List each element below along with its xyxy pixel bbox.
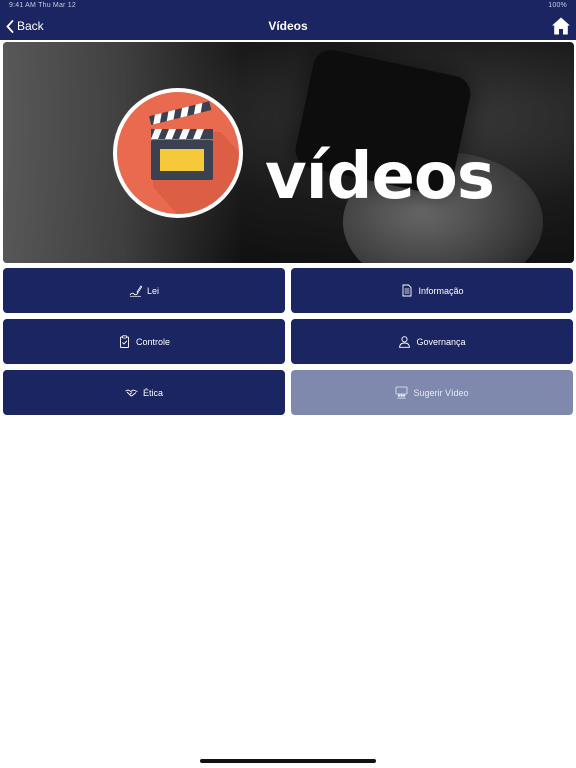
home-indicator[interactable]: [200, 759, 376, 763]
videos-banner: vídeos: [3, 42, 574, 263]
chevron-left-icon: [6, 19, 14, 33]
status-date: Thu Mar 12: [38, 2, 76, 9]
back-label: Back: [17, 19, 44, 33]
governanca-button[interactable]: Governança: [291, 319, 573, 364]
status-bar: 9:41 AM Thu Mar 12 100%: [0, 0, 576, 13]
status-battery: 100%: [548, 2, 567, 9]
navigation-bar: 9:41 AM Thu Mar 12 100% Back Vídeos: [0, 0, 576, 40]
governanca-label: Governança: [416, 336, 466, 347]
clapperboard-icon: [149, 101, 239, 214]
clapperboard-badge: [113, 88, 243, 218]
etica-label: Ética: [142, 387, 163, 398]
back-button[interactable]: Back: [6, 17, 44, 35]
people-group-icon: [396, 386, 408, 399]
status-time: 9:41 AM: [9, 2, 37, 9]
handshake-icon: [125, 389, 138, 397]
status-time-date: 9:41 AM Thu Mar 12: [9, 2, 76, 9]
informacao-button[interactable]: Informação: [291, 268, 573, 313]
etica-button[interactable]: Ética: [3, 370, 285, 415]
clipboard-check-icon: [120, 335, 129, 348]
sugerir-video-label: Sugerir Vídeo: [413, 387, 469, 398]
banner-title: vídeos: [265, 140, 495, 214]
sugerir-video-button[interactable]: Sugerir Vídeo: [291, 370, 573, 415]
user-icon: [399, 336, 411, 348]
home-icon[interactable]: [551, 16, 571, 36]
controle-button[interactable]: Controle: [3, 319, 285, 364]
controle-label: Controle: [135, 336, 171, 347]
lei-button[interactable]: Lei: [3, 268, 285, 313]
informacao-label: Informação: [418, 285, 464, 296]
page-title: Vídeos: [268, 19, 308, 33]
lei-label: Lei: [146, 285, 159, 296]
signature-icon: [129, 285, 142, 297]
document-icon: [403, 284, 412, 297]
